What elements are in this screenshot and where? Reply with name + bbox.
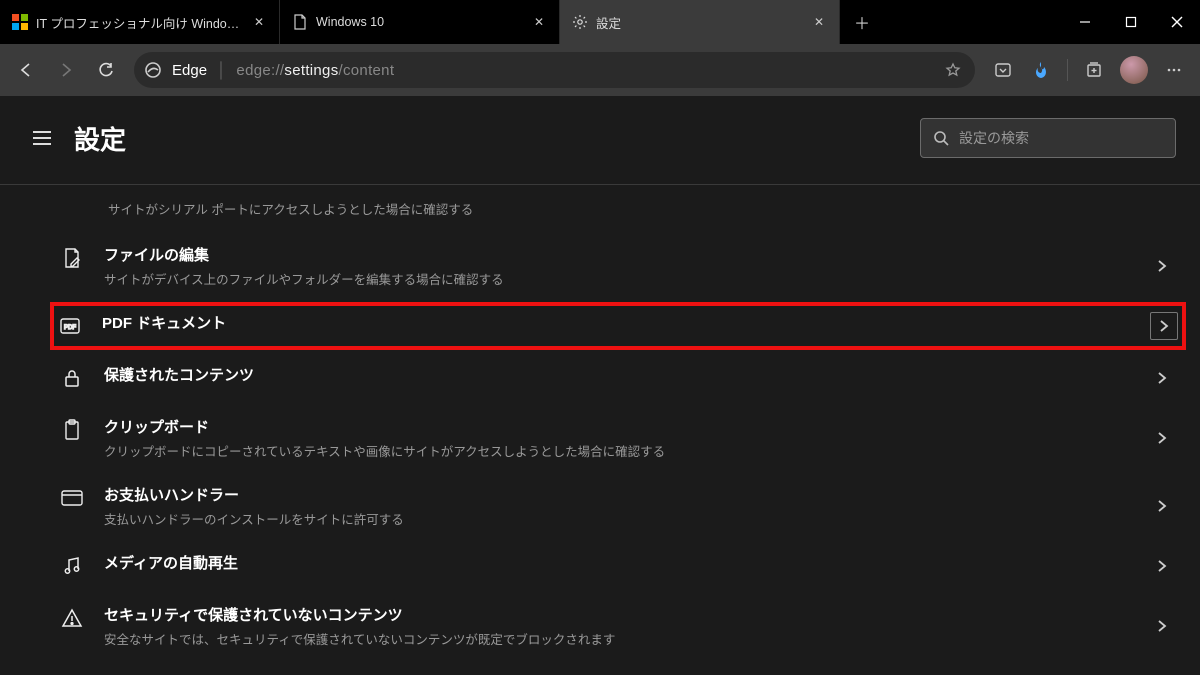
window-titlebar: IT プロフェッショナル向け Windows 1 ✕ Windows 10 ✕ … <box>0 0 1200 44</box>
setting-clipboard[interactable]: クリップボードクリップボードにコピーされているテキストや画像にサイトがアクセスし… <box>60 404 1176 472</box>
address-bar[interactable]: Edge │ edge://settings/content <box>134 52 975 88</box>
clipboard-icon <box>60 418 84 442</box>
settings-header: 設定 <box>0 96 1200 185</box>
profile-avatar[interactable] <box>1120 56 1148 84</box>
chevron-right-icon <box>1148 424 1176 452</box>
tab-title: Windows 10 <box>316 15 523 29</box>
pdf-icon: PDF <box>58 314 82 338</box>
item-title: PDF ドキュメント <box>102 312 1130 333</box>
settings-page: 設定 サイトがシリアル ポートにアクセスしようとした場合に確認する ファイルの編… <box>0 96 1200 675</box>
forward-button[interactable] <box>48 52 84 88</box>
settings-search[interactable] <box>920 118 1176 158</box>
item-title: ファイルの編集 <box>104 244 1128 265</box>
settings-list: サイトがシリアル ポートにアクセスしようとした場合に確認する ファイルの編集サイ… <box>0 185 1200 675</box>
svg-text:PDF: PDF <box>64 325 76 331</box>
item-title: 保護されたコンテンツ <box>104 364 1128 385</box>
setting-payment-handlers[interactable]: お支払いハンドラー支払いハンドラーのインストールをサイトに許可する <box>60 472 1176 540</box>
item-title: クリップボード <box>104 416 1128 437</box>
item-subtitle: 安全なサイトでは、セキュリティで保護されていないコンテンツが既定でブロックされま… <box>104 629 1128 648</box>
chevron-right-icon <box>1148 612 1176 640</box>
browser-tab-2[interactable]: Windows 10 ✕ <box>280 0 560 44</box>
browser-tab-3[interactable]: 設定 ✕ <box>560 0 840 44</box>
page-icon <box>292 14 308 30</box>
search-icon <box>933 130 949 146</box>
pocket-icon[interactable] <box>985 52 1021 88</box>
chevron-right-icon <box>1150 312 1178 340</box>
browser-tab-1[interactable]: IT プロフェッショナル向け Windows 1 ✕ <box>0 0 280 44</box>
close-window-button[interactable] <box>1154 0 1200 44</box>
flame-icon[interactable] <box>1023 52 1059 88</box>
item-title: お支払いハンドラー <box>104 484 1128 505</box>
setting-insecure-content[interactable]: セキュリティで保護されていないコンテンツ安全なサイトでは、セキュリティで保護され… <box>60 592 1176 660</box>
item-subtitle: サイトがデバイス上のファイルやフォルダーを編集する場合に確認する <box>104 269 1128 288</box>
chevron-right-icon <box>1148 252 1176 280</box>
setting-protected-content[interactable]: 保護されたコンテンツ <box>60 352 1176 404</box>
browser-toolbar: Edge │ edge://settings/content <box>0 44 1200 96</box>
close-icon[interactable]: ✕ <box>251 14 267 30</box>
item-subtitle: 支払いハンドラーのインストールをサイトに許可する <box>104 509 1128 528</box>
gear-icon <box>572 14 588 30</box>
item-subtitle: クリップボードにコピーされているテキストや画像にサイトがアクセスしようとした場合… <box>104 441 1128 460</box>
window-controls <box>1062 0 1200 44</box>
back-button[interactable] <box>8 52 44 88</box>
address-label: Edge <box>172 62 207 79</box>
chevron-right-icon <box>1148 552 1176 580</box>
item-title: セキュリティで保護されていないコンテンツ <box>104 604 1128 625</box>
refresh-button[interactable] <box>88 52 124 88</box>
minimize-button[interactable] <box>1062 0 1108 44</box>
close-icon[interactable]: ✕ <box>811 14 827 30</box>
search-input[interactable] <box>959 130 1163 146</box>
favorite-icon[interactable] <box>945 62 961 78</box>
lock-icon <box>60 366 84 390</box>
tab-title: 設定 <box>596 13 803 32</box>
page-title: 設定 <box>74 120 126 157</box>
setting-pdf-documents[interactable]: PDF PDF ドキュメント <box>52 304 1184 348</box>
collections-icon[interactable] <box>1076 52 1112 88</box>
more-icon[interactable] <box>1156 52 1192 88</box>
close-icon[interactable]: ✕ <box>531 14 547 30</box>
setting-media-autoplay[interactable]: メディアの自動再生 <box>60 540 1176 592</box>
warning-icon <box>60 606 84 630</box>
setting-file-editing[interactable]: ファイルの編集サイトがデバイス上のファイルやフォルダーを編集する場合に確認する <box>60 232 1176 300</box>
credit-card-icon <box>60 486 84 510</box>
maximize-button[interactable] <box>1108 0 1154 44</box>
chevron-right-icon <box>1148 364 1176 392</box>
new-tab-button[interactable]: ＋ <box>840 0 884 44</box>
chevron-right-icon <box>1148 492 1176 520</box>
address-separator: │ <box>217 62 226 79</box>
serial-ports-subtext: サイトがシリアル ポートにアクセスしようとした場合に確認する <box>60 185 1176 232</box>
edge-icon <box>144 61 162 79</box>
file-edit-icon <box>60 246 84 270</box>
menu-button[interactable] <box>24 120 60 156</box>
music-note-icon <box>60 554 84 578</box>
windows-logo-icon <box>12 14 28 30</box>
toolbar-divider <box>1067 59 1068 81</box>
item-title: メディアの自動再生 <box>104 552 1128 573</box>
tab-title: IT プロフェッショナル向け Windows 1 <box>36 13 243 32</box>
